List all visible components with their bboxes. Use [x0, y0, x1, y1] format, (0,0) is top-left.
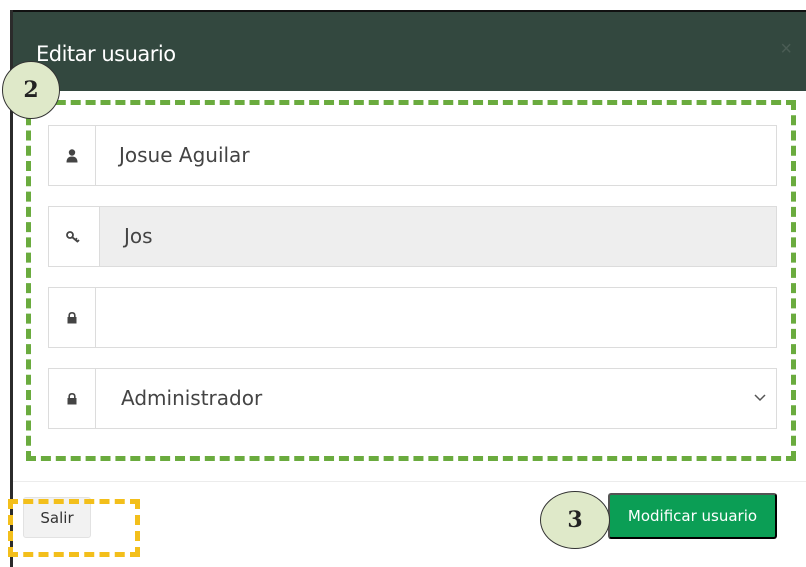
annotation-highlight-form	[26, 100, 796, 461]
close-button[interactable]: ×	[780, 38, 792, 61]
annotation-highlight-exit	[8, 499, 140, 557]
modify-user-button[interactable]: Modificar usuario	[608, 493, 777, 539]
footer-divider	[13, 481, 806, 482]
modal-header: Editar usuario ×	[13, 10, 806, 91]
modal-title: Editar usuario	[36, 42, 176, 66]
top-strip	[0, 0, 806, 10]
annotation-badge-2: 2	[2, 61, 60, 119]
annotation-badge-3: 3	[540, 491, 610, 549]
